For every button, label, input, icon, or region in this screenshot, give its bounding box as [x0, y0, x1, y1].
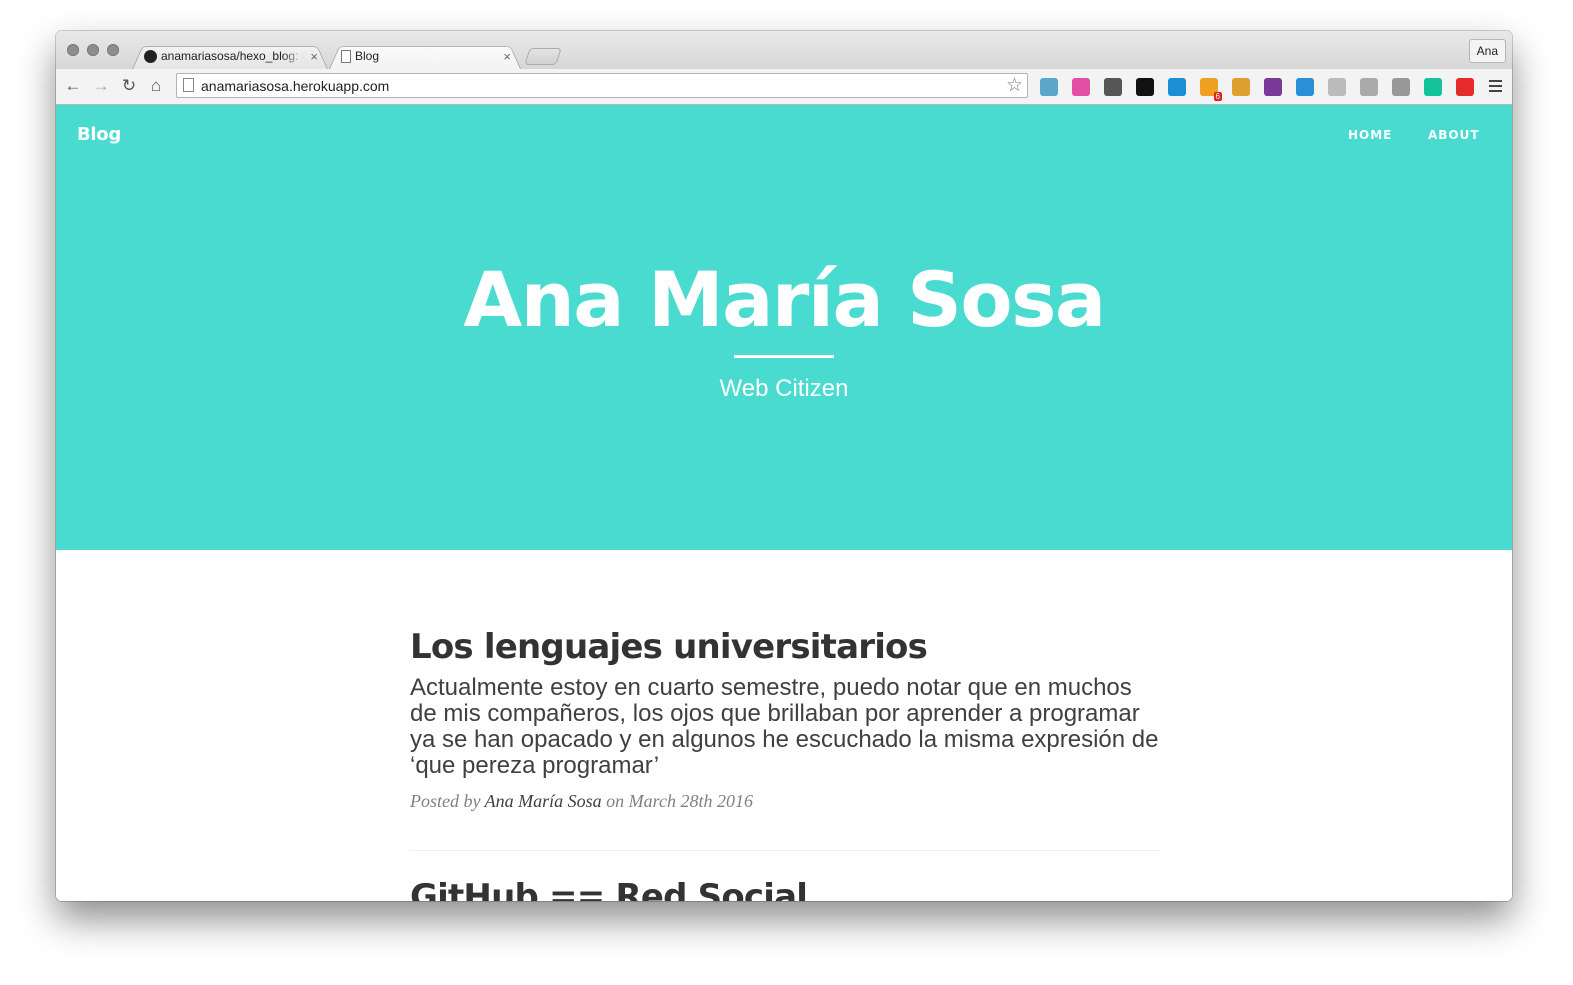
close-tab-icon[interactable]: × — [503, 49, 511, 64]
reload-icon[interactable]: ↻ — [119, 76, 139, 96]
post-divider — [410, 850, 1160, 851]
post-date: March 28th 2016 — [628, 791, 753, 811]
tab-title: anamariasosa/hexo_blog: B — [161, 49, 305, 63]
palette-icon[interactable] — [1072, 78, 1090, 96]
post-subtitle[interactable]: Actualmente estoy en cuarto semestre, pu… — [410, 675, 1160, 779]
grammarly-icon[interactable] — [1424, 78, 1442, 96]
zoom-window-button[interactable] — [107, 44, 119, 56]
trash-icon[interactable] — [1456, 78, 1474, 96]
close-window-button[interactable] — [67, 44, 79, 56]
posted-by-label: Posted by — [410, 791, 481, 811]
eye-icon[interactable] — [1136, 78, 1154, 96]
hero-title: Ana María Sosa — [463, 255, 1106, 344]
hero-divider — [734, 355, 834, 358]
tab-title: Blog — [355, 49, 380, 63]
github-icon — [144, 49, 157, 63]
profile-button[interactable]: Ana — [1468, 39, 1506, 63]
tab-strip: anamariasosa/hexo_blog: B × Blog × Ana — [56, 31, 1512, 69]
browser-toolbar: ← → ↻ ⌂ ☆ 6 — [56, 69, 1512, 105]
home-icon[interactable]: ⌂ — [146, 76, 166, 96]
nav-home[interactable]: HOME — [1348, 128, 1392, 142]
back-icon[interactable]: ← — [63, 76, 83, 96]
post-preview[interactable]: Los lenguajes universitarios Actualmente… — [410, 625, 1160, 812]
cloud-icon[interactable] — [1328, 78, 1346, 96]
post-title[interactable]: Los lenguajes universitarios — [410, 625, 1160, 669]
page-icon — [183, 78, 194, 92]
on-label: on — [606, 791, 625, 811]
sync-icon[interactable] — [1104, 78, 1122, 96]
download-icon[interactable] — [1296, 78, 1314, 96]
post-meta: Posted by Ana María Sosa on March 28th 2… — [410, 791, 1160, 812]
post-preview[interactable]: GitHub == Red Social — [410, 875, 1160, 901]
post-title[interactable]: GitHub == Red Social — [410, 875, 1160, 901]
columns-icon[interactable] — [1264, 78, 1282, 96]
url-input[interactable] — [201, 76, 981, 95]
pocket-icon[interactable]: 6 — [1200, 78, 1222, 101]
hero-header: Blog HOME ABOUT Ana María Sosa Web Citiz… — [56, 105, 1512, 550]
new-tab-button[interactable] — [524, 48, 562, 65]
minimize-window-button[interactable] — [87, 44, 99, 56]
site-brand[interactable]: Blog — [77, 124, 121, 145]
hero-subtitle: Web Citizen — [719, 375, 849, 402]
page-viewport: Blog HOME ABOUT Ana María Sosa Web Citiz… — [56, 105, 1512, 901]
menu-icon[interactable] — [1489, 80, 1502, 95]
post-author[interactable]: Ana María Sosa — [485, 791, 602, 811]
tab-blog[interactable]: Blog × — [329, 43, 521, 69]
page-icon — [341, 49, 351, 63]
globe-icon[interactable] — [1168, 78, 1186, 96]
badge-count: 6 — [1213, 92, 1222, 101]
nav-about[interactable]: ABOUT — [1428, 128, 1480, 142]
brackets-icon[interactable] — [1392, 78, 1410, 96]
browser-window: anamariasosa/hexo_blog: B × Blog × Ana ←… — [56, 31, 1512, 901]
eyedropper-icon[interactable] — [1040, 78, 1058, 96]
tab-github[interactable]: anamariasosa/hexo_blog: B × — [132, 43, 328, 69]
close-tab-icon[interactable]: × — [310, 49, 318, 64]
forward-icon[interactable]: → — [91, 76, 111, 96]
address-bar[interactable]: ☆ — [176, 73, 1028, 98]
bookmark-star-icon[interactable]: ☆ — [1006, 74, 1023, 97]
ruler-icon[interactable] — [1232, 78, 1250, 96]
window-icon[interactable] — [1360, 78, 1378, 96]
